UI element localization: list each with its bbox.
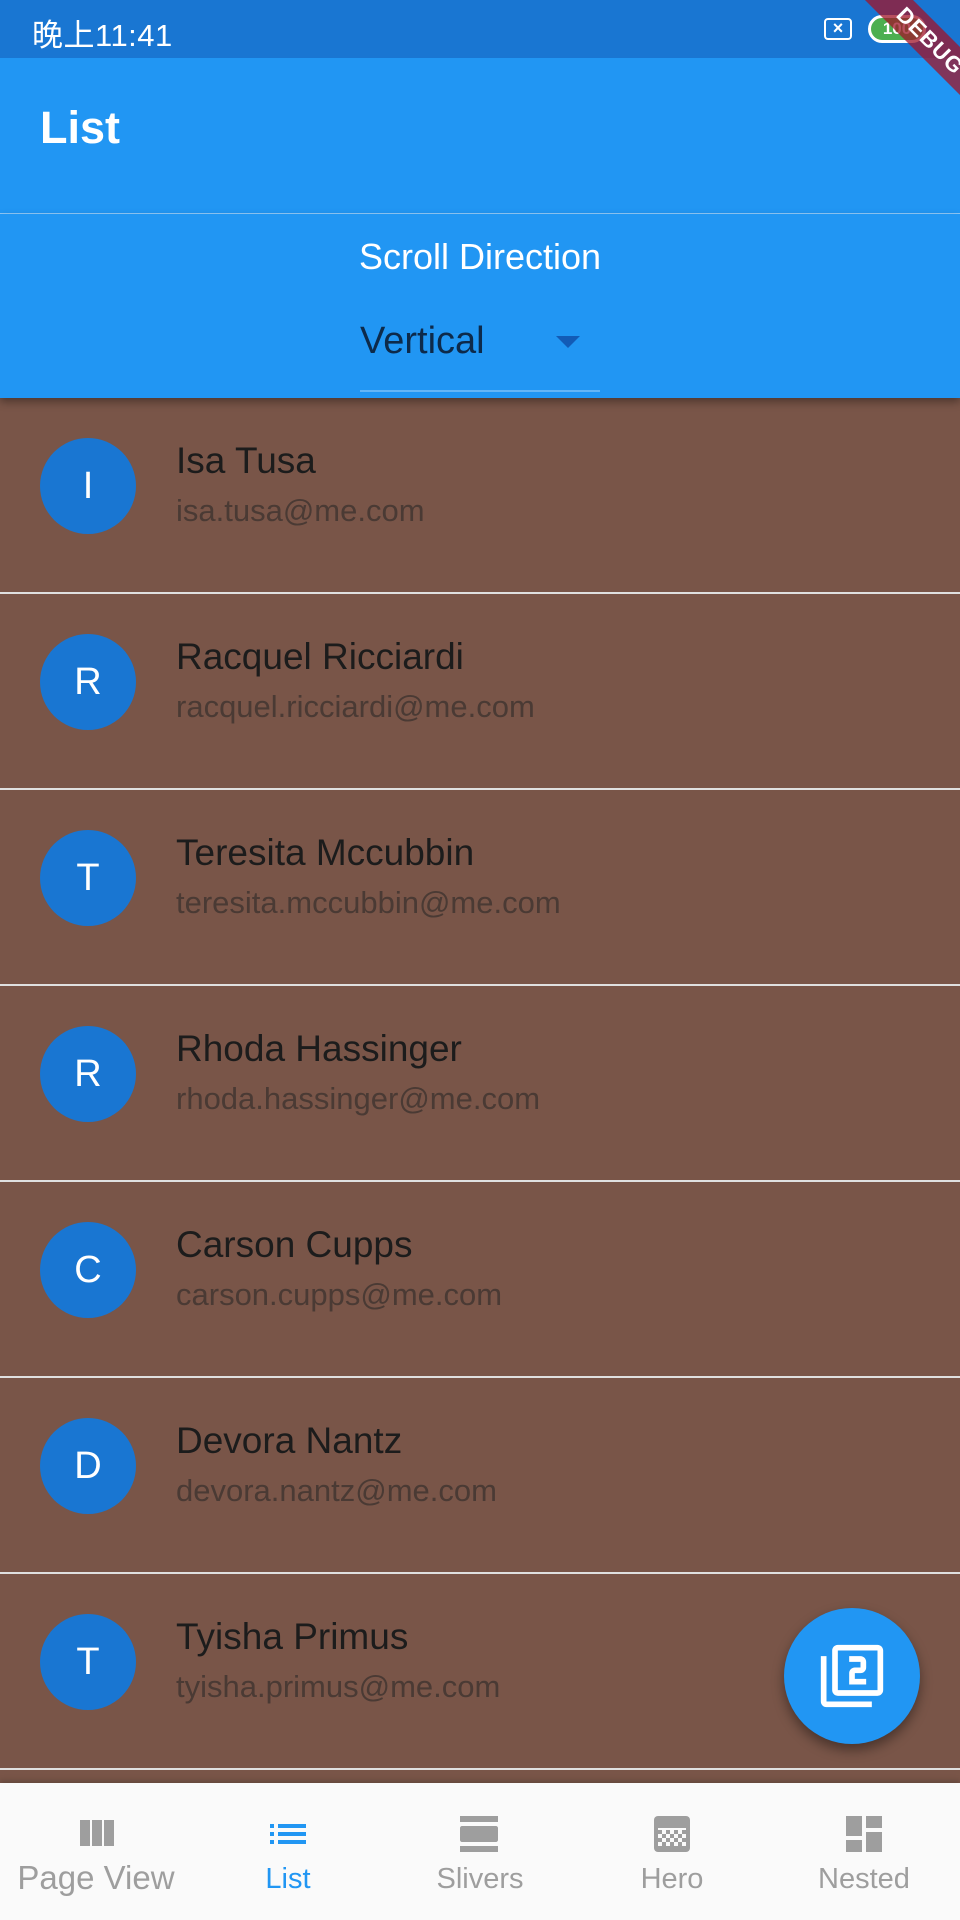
list-item-email: teresita.mccubbin@me.com xyxy=(176,885,561,920)
dashboard-icon xyxy=(846,1816,882,1852)
list-item-name: Carson Cupps xyxy=(176,1224,413,1265)
list-item-name: Devora Nantz xyxy=(176,1420,403,1461)
filter-2-icon xyxy=(820,1644,884,1708)
list-item-email: tyisha.primus@me.com xyxy=(176,1669,501,1704)
nav-item-hero[interactable]: Hero xyxy=(576,1783,768,1920)
nav-label: Slivers xyxy=(436,1863,524,1895)
nav-label: List xyxy=(265,1863,311,1895)
nav-label: Page View xyxy=(17,1859,175,1896)
scroll-direction-label: Scroll Direction xyxy=(358,236,602,277)
list-item-email: devora.nantz@me.com xyxy=(176,1473,497,1508)
filter-2-fab-button[interactable] xyxy=(784,1608,920,1744)
list-item[interactable]: R Racquel Ricciardi racquel.ricciardi@me… xyxy=(0,594,960,790)
list-item[interactable]: D Devora Nantz devora.nantz@me.com xyxy=(0,1378,960,1574)
list-item[interactable]: I Isa Tusa isa.tusa@me.com xyxy=(0,398,960,594)
arrow-drop-down-icon xyxy=(556,336,580,348)
nav-item-slivers[interactable]: Slivers xyxy=(384,1783,576,1920)
avatar: I xyxy=(40,438,136,534)
list-item[interactable]: R Rhoda Hassinger rhoda.hassinger@me.com xyxy=(0,986,960,1182)
list-item-email: isa.tusa@me.com xyxy=(176,493,425,528)
list-item[interactable]: C Carson Cupps carson.cupps@me.com xyxy=(0,1182,960,1378)
avatar: T xyxy=(40,1614,136,1710)
status-time: 晚上11:41 xyxy=(32,18,173,53)
nav-label: Nested xyxy=(818,1863,910,1895)
list-item-email: carson.cupps@me.com xyxy=(176,1277,503,1312)
contact-list[interactable]: I Isa Tusa isa.tusa@me.com R Racquel Ric… xyxy=(0,398,960,1783)
view-day-icon xyxy=(460,1816,498,1852)
scroll-direction-value: Vertical xyxy=(360,320,485,362)
nav-item-list[interactable]: List xyxy=(192,1783,384,1920)
page-title: List xyxy=(40,102,121,153)
nav-item-page-view[interactable]: Page View xyxy=(0,1783,192,1920)
list-item-name: Racquel Ricciardi xyxy=(176,636,464,677)
app-bar: List xyxy=(0,58,960,214)
list-item-name: Rhoda Hassinger xyxy=(176,1028,462,1069)
scroll-direction-dropdown[interactable]: Vertical xyxy=(360,312,600,392)
scroll-direction-panel: Scroll Direction Vertical xyxy=(0,214,960,398)
list-item-email: racquel.ricciardi@me.com xyxy=(176,689,535,724)
list-item[interactable]: T Teresita Mccubbin teresita.mccubbin@me… xyxy=(0,790,960,986)
avatar: C xyxy=(40,1222,136,1318)
list-item-name: Tyisha Primus xyxy=(176,1616,409,1657)
status-bar: 晚上11:41 × 100 xyxy=(0,0,960,58)
list-item-name: Isa Tusa xyxy=(176,440,316,481)
image-icon xyxy=(654,1816,690,1852)
avatar: T xyxy=(40,830,136,926)
avatar: D xyxy=(40,1418,136,1514)
notification-icon: × xyxy=(824,18,852,40)
nav-item-nested[interactable]: Nested xyxy=(768,1783,960,1920)
bottom-navigation: Page View List Slivers Hero Nested xyxy=(0,1783,960,1920)
avatar: R xyxy=(40,634,136,730)
nav-label: Hero xyxy=(640,1863,704,1895)
list-item-name: Teresita Mccubbin xyxy=(176,832,475,873)
avatar: R xyxy=(40,1026,136,1122)
list-icon xyxy=(270,1824,306,1844)
list-item-email: rhoda.hassinger@me.com xyxy=(176,1081,541,1116)
view-column-icon xyxy=(80,1820,114,1846)
